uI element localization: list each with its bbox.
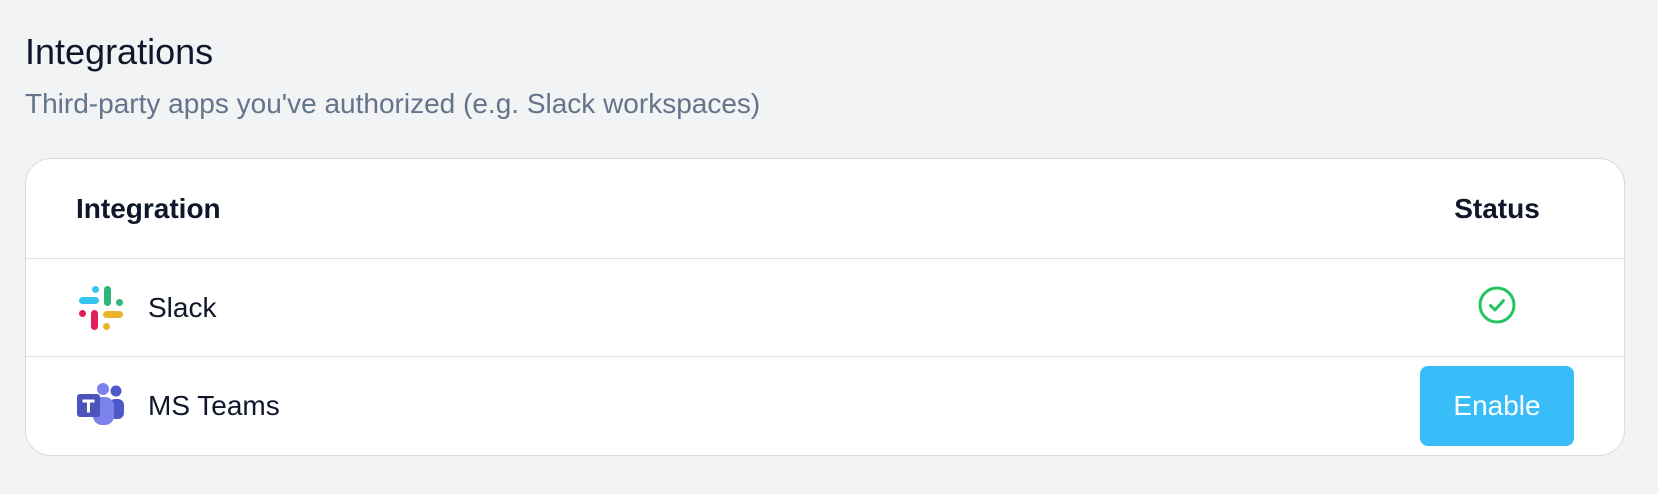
integrations-table: Integration Status Slack MS Teams Enable [25, 158, 1625, 456]
slack-icon [76, 283, 126, 333]
integrations-section: Integrations Third-party apps you've aut… [25, 28, 1625, 456]
header-integration: Integration [76, 192, 221, 224]
ms-teams-icon [76, 381, 126, 431]
check-circle-icon [1477, 285, 1517, 330]
integration-name-slack: Slack [148, 291, 217, 323]
table-header-row: Integration Status [26, 159, 1624, 259]
integration-name-ms-teams: MS Teams [148, 390, 280, 421]
enable-ms-teams-button[interactable]: Enable [1420, 366, 1574, 446]
section-subtitle: Third-party apps you've authorized (e.g.… [25, 88, 761, 119]
header-status: Status [1454, 192, 1540, 224]
table-row-ms-teams: MS Teams Enable [26, 357, 1624, 455]
section-title: Integrations [25, 31, 214, 72]
table-row-slack: Slack [26, 259, 1624, 357]
